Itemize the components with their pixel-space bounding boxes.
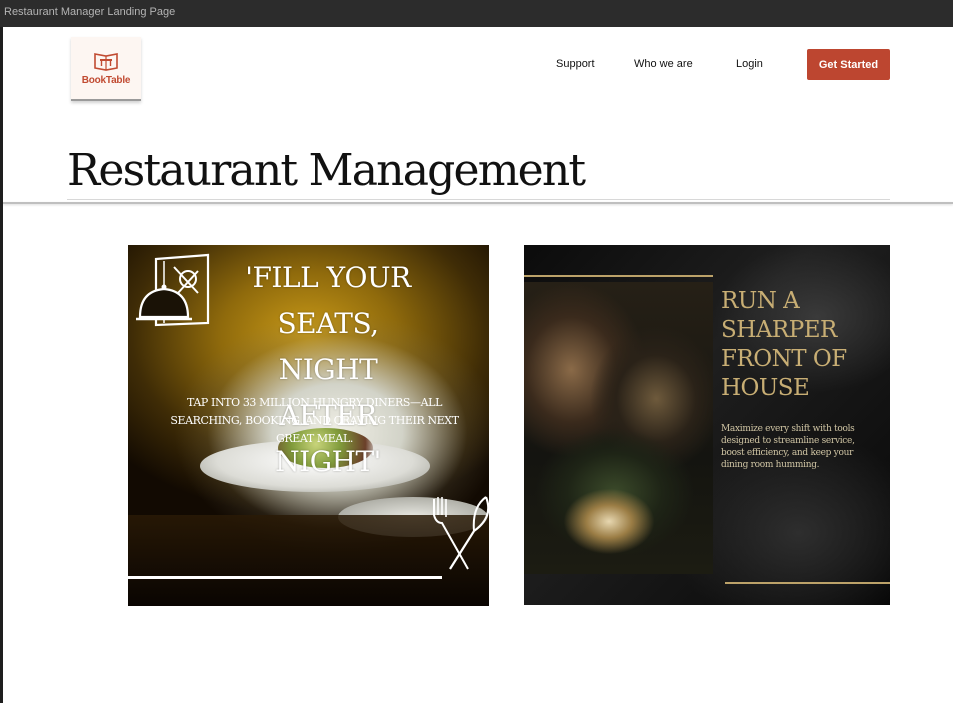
get-started-button[interactable]: Get Started (807, 49, 890, 80)
brand-logo[interactable]: BookTable (71, 37, 141, 101)
logo-text: BookTable (81, 75, 131, 86)
card-1-subtext: TAP INTO 33 MILLION HUNGRY DINERS—ALL SE… (170, 396, 459, 445)
book-table-logo-icon (94, 53, 118, 71)
card-2-subtext: Maximize every shift with tools designed… (721, 424, 855, 470)
nav-support-link[interactable]: Support (556, 58, 595, 70)
menu-cloche-icon (136, 253, 210, 327)
page-title: Restaurant Management (67, 145, 586, 196)
promo-card-front-of-house[interactable]: RUN A SHARPER FRONT OF HOUSE Maximize ev… (524, 245, 890, 605)
gold-rule-top (524, 275, 713, 277)
card-1-headline: 'FILL YOUR SEATS, NIGHT AFTER NIGHT' (245, 261, 411, 478)
nav-login-link[interactable]: Login (736, 58, 763, 70)
section-divider (3, 202, 953, 204)
nav-who-we-are-link[interactable]: Who we are (634, 58, 693, 70)
gold-rule-bottom (725, 582, 890, 584)
window-title: Restaurant Manager Landing Page (0, 0, 953, 27)
card-1-underline (128, 576, 442, 579)
title-divider (67, 199, 890, 200)
page-canvas: BookTable Support Who we are Login Get S… (3, 27, 953, 703)
card-2-headline: RUN A SHARPER FRONT OF HOUSE (721, 288, 847, 401)
promo-card-fill-seats[interactable]: 'FILL YOUR SEATS, NIGHT AFTER NIGHT' TAP… (128, 245, 489, 606)
chef-plating-photo (524, 282, 713, 574)
fork-knife-icon (433, 496, 489, 570)
